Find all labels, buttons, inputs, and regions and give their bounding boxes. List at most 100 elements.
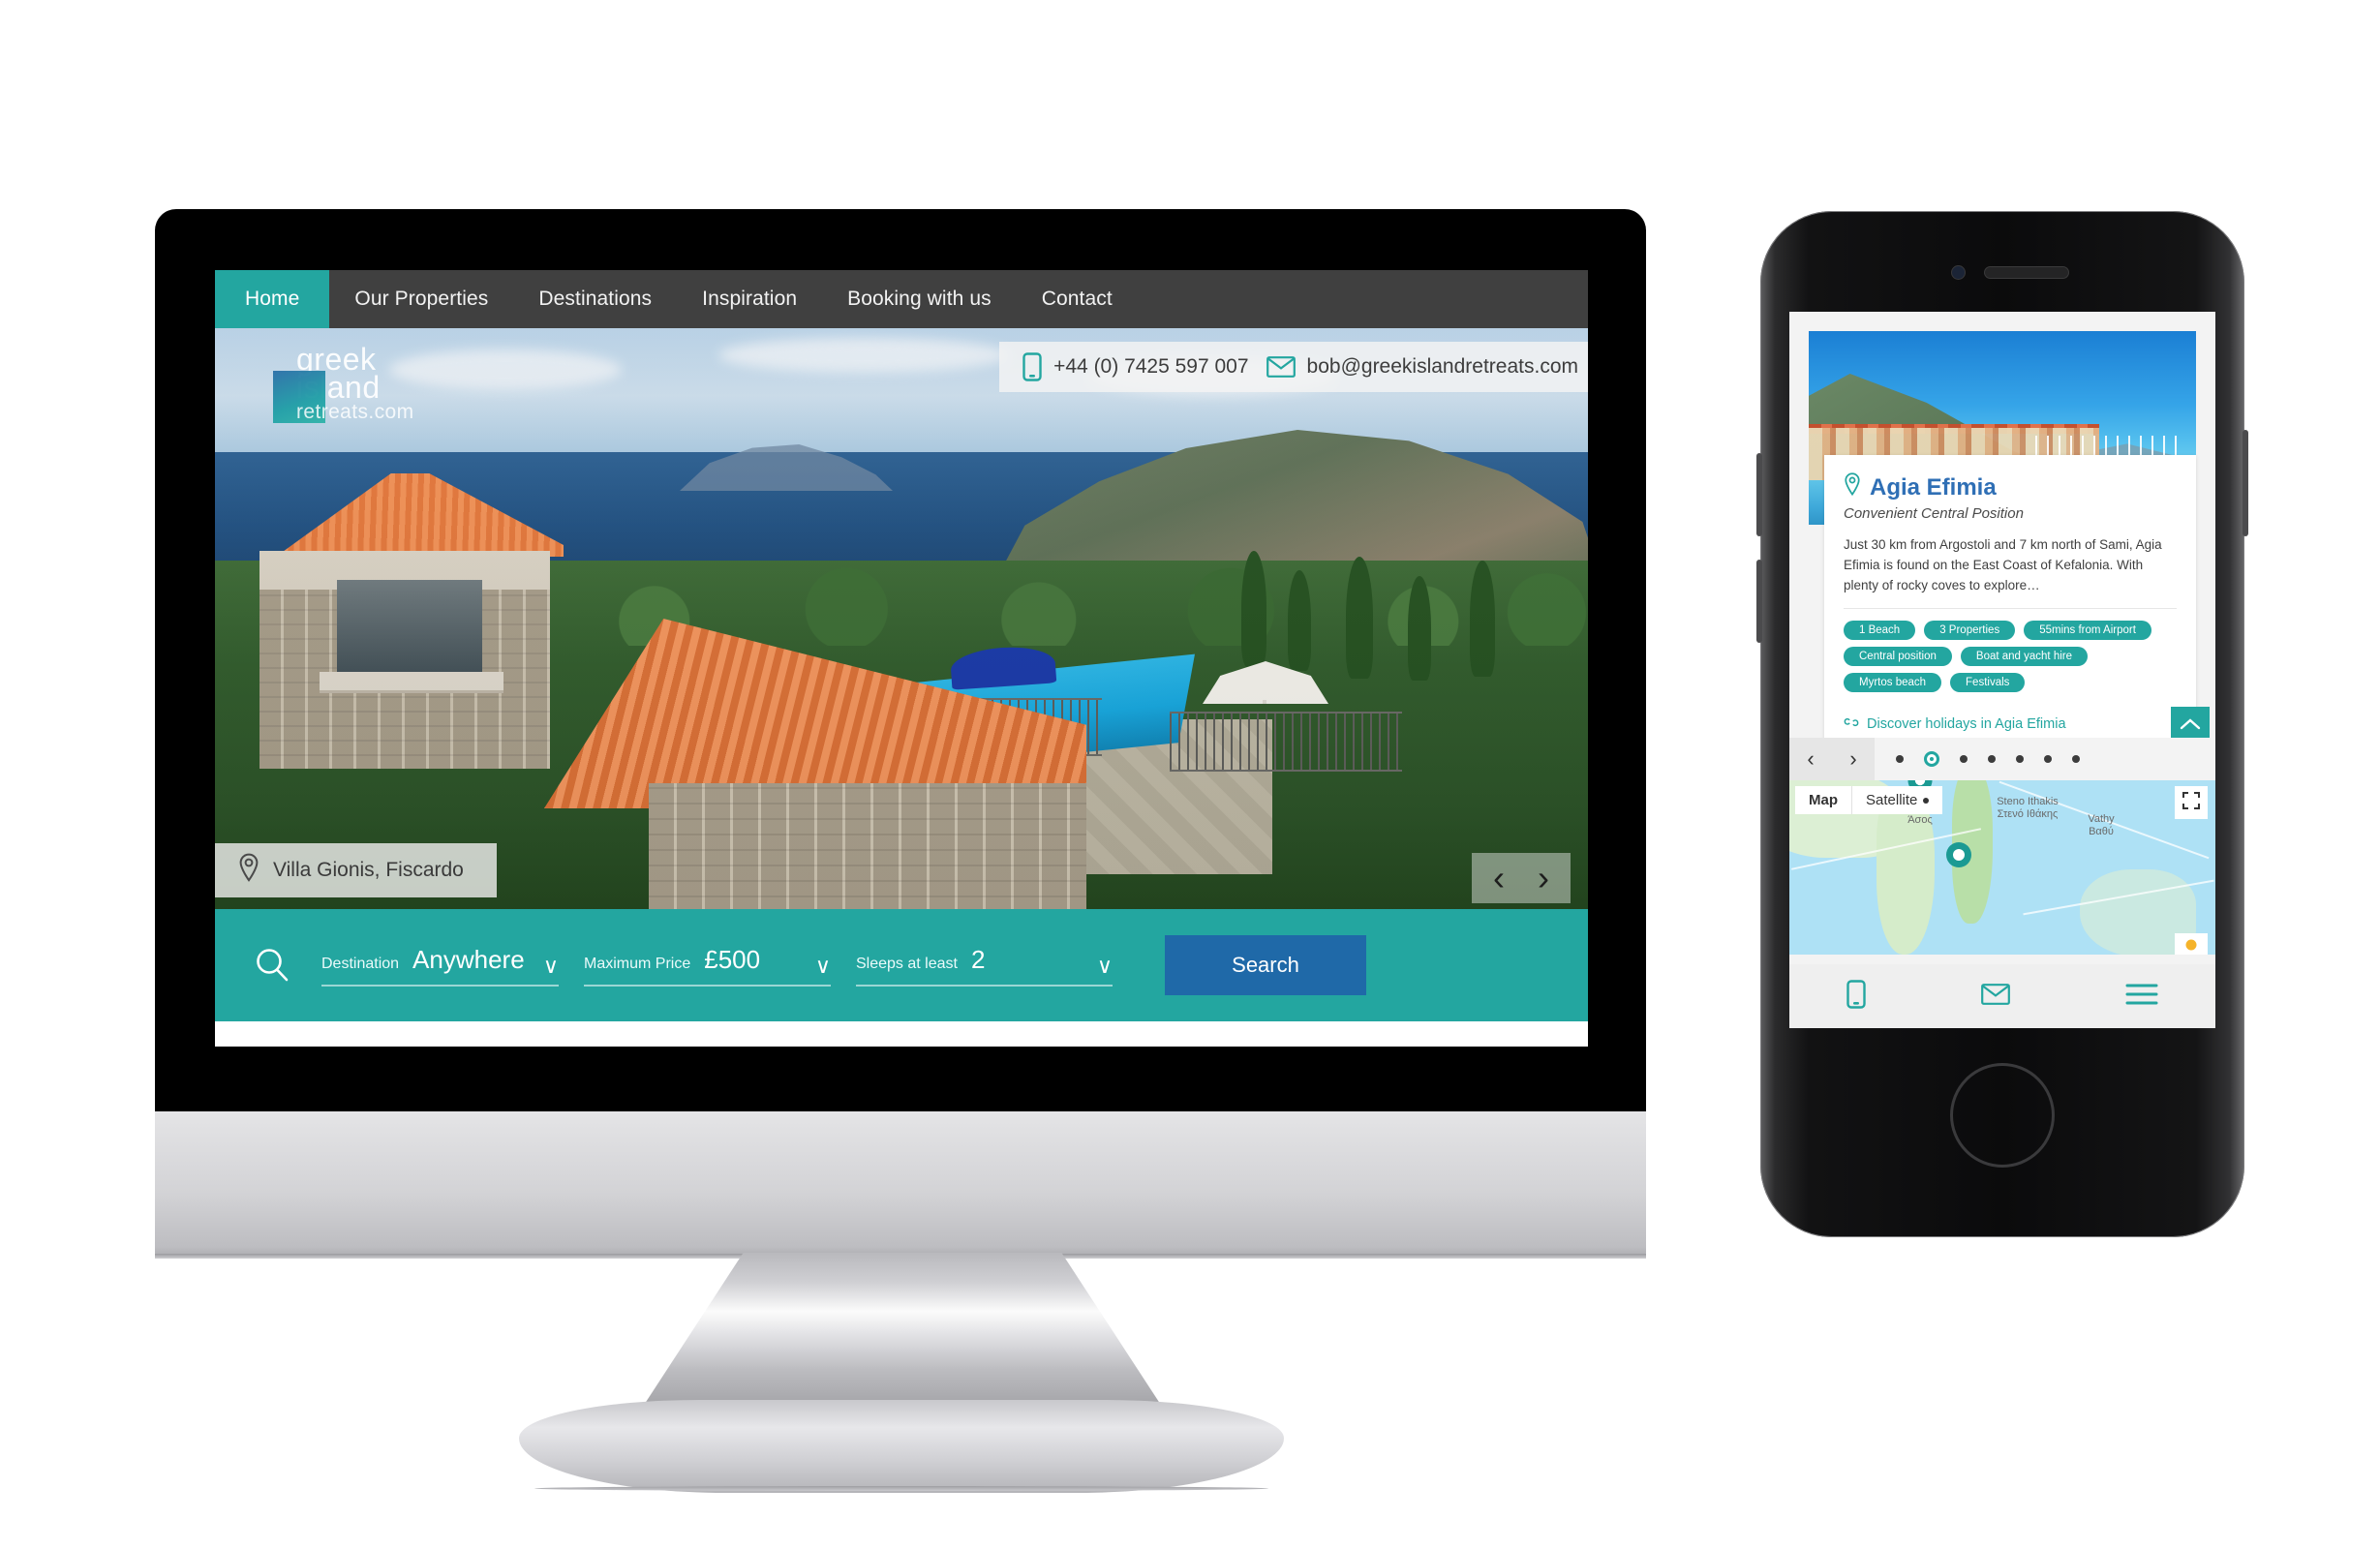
destination-title: Agia Efimia [1870, 473, 1997, 501]
carousel-prev-button[interactable]: ‹ [1493, 861, 1505, 896]
nav-item-our-properties[interactable]: Our Properties [329, 270, 513, 328]
phone-contact[interactable]: +44 (0) 7425 597 007 [1022, 352, 1249, 381]
nav-label: Destinations [538, 288, 653, 310]
monitor-chin [155, 1111, 1646, 1259]
fullscreen-icon [2182, 791, 2200, 814]
phone-power-button[interactable] [2243, 430, 2248, 536]
destination-tag[interactable]: Myrtos beach [1844, 672, 1942, 692]
discover-holidays-label: Discover holidays in Agia Efimia [1867, 715, 2066, 732]
pager-next-button[interactable]: › [1832, 738, 1875, 780]
sleeps-at-least-select[interactable]: Sleeps at least 2 ∨ [856, 945, 1113, 987]
map-pin-icon [1844, 472, 1861, 502]
page-root: Home Our Properties Destinations Inspira… [0, 0, 2380, 1549]
nav-label: Inspiration [702, 288, 798, 310]
map-street-view-button[interactable] [2175, 933, 2208, 955]
destination-value: Anywhere [412, 944, 525, 974]
pager-dot[interactable] [1988, 755, 1996, 763]
nav-item-home[interactable]: Home [215, 270, 330, 328]
main-navigation: Home Our Properties Destinations Inspira… [215, 270, 1588, 328]
mobile-icon [1846, 979, 1867, 1013]
map-pin-icon [238, 853, 259, 888]
email-address: bob@greekislandretreats.com [1306, 355, 1578, 378]
nav-item-booking-with-us[interactable]: Booking with us [822, 270, 1017, 328]
email-contact[interactable]: bob@greekislandretreats.com [1266, 355, 1578, 379]
destination-label: Destination [321, 955, 400, 972]
destination-tag[interactable]: 55mins from Airport [2024, 620, 2151, 640]
maximum-price-label: Maximum Price [584, 955, 691, 972]
pager-dot-active[interactable] [1924, 751, 1939, 767]
phone-nav-button[interactable] [1846, 979, 1867, 1014]
search-button[interactable]: Search [1165, 935, 1366, 995]
search-icon [254, 947, 321, 984]
map-widget[interactable]: Assos Άσος Steno Ithakis Στενό Ιθάκης Va… [1789, 780, 2215, 955]
map-label-greek: Άσος [1907, 814, 1933, 827]
monitor-stand-foot [519, 1400, 1284, 1493]
map-type-map-button[interactable]: Map [1795, 786, 1851, 814]
sleeps-at-least-label: Sleeps at least [856, 955, 958, 972]
email-nav-button[interactable] [1981, 983, 2010, 1010]
map-label-vathy: Vathy Βαθύ [2072, 813, 2130, 838]
chevron-down-icon[interactable]: ∨ [815, 954, 831, 979]
maximum-price-select[interactable]: Maximum Price £500 ∨ [584, 945, 831, 987]
destination-tag[interactable]: 3 Properties [1924, 620, 2016, 640]
pager-dot[interactable] [1896, 755, 1904, 763]
map-label-greek: Στενό Ιθάκης [1997, 808, 2059, 821]
destination-card: Agia Efimia Convenient Central Position … [1824, 455, 2196, 751]
phone-number: +44 (0) 7425 597 007 [1053, 355, 1249, 378]
phone-volume-down-button[interactable] [1756, 560, 1762, 643]
map-label-greek: Βαθύ [2089, 826, 2114, 838]
map-label-name: Vathy [2088, 813, 2115, 825]
phone-front-camera [1952, 266, 1965, 279]
page-footer-strip [215, 1021, 1588, 1047]
search-bar: Destination Anywhere ∨ Maximum Price £50… [215, 909, 1588, 1021]
nav-item-destinations[interactable]: Destinations [513, 270, 677, 328]
nav-item-inspiration[interactable]: Inspiration [677, 270, 822, 328]
pager-dot[interactable] [1960, 755, 1968, 763]
chevron-down-icon[interactable]: ∨ [543, 954, 559, 979]
mobile-bottom-nav [1789, 964, 2215, 1028]
destination-tag[interactable]: Central position [1844, 646, 1952, 666]
envelope-icon [1266, 356, 1296, 378]
pager-prev-button[interactable]: ‹ [1789, 738, 1832, 780]
destination-tag[interactable]: Boat and yacht hire [1960, 646, 2088, 666]
map-label-steno-ithakis: Steno Ithakis Στενό Ιθάκης [1975, 796, 2080, 821]
pegman-icon [2183, 937, 2199, 956]
phone-screen: Agia Efimia Convenient Central Position … [1789, 312, 2215, 1028]
hero-caption: Villa Gionis, Fiscardo [215, 843, 497, 897]
nav-label: Contact [1041, 288, 1113, 310]
contact-bar: +44 (0) 7425 597 007 bob@greekislandretr… [999, 342, 1588, 392]
phone-volume-up-button[interactable] [1756, 453, 1762, 536]
hero-carousel-arrows: ‹ › [1472, 853, 1571, 903]
hero-carousel: greek island retreats.com +44 (0) 7425 5… [215, 328, 1588, 909]
map-type-satellite-label: Satellite [1866, 792, 1918, 808]
mobile-phone: Agia Efimia Convenient Central Position … [1756, 211, 2248, 1237]
phone-home-button[interactable] [1950, 1063, 2055, 1168]
phone-earpiece-speaker [1985, 267, 2068, 278]
map-cluster-marker[interactable] [1946, 842, 1971, 867]
destination-tag[interactable]: Festivals [1950, 672, 2026, 692]
map-fullscreen-button[interactable] [2175, 786, 2208, 819]
maximum-price-value: £500 [704, 944, 761, 974]
pager-dot[interactable] [2044, 755, 2052, 763]
destination-tag[interactable]: 1 Beach [1844, 620, 1916, 640]
monitor-stand-neck [637, 1253, 1168, 1415]
pager-dot[interactable] [2072, 755, 2080, 763]
destination-description: Just 30 km from Argostoli and 7 km north… [1844, 535, 2177, 609]
pager-dots [1896, 751, 2080, 767]
hero-caption-text: Villa Gionis, Fiscardo [273, 859, 464, 881]
desktop-monitor: Home Our Properties Destinations Inspira… [155, 209, 1646, 1493]
map-type-satellite-button[interactable]: Satellite [1851, 786, 1943, 814]
link-icon [1844, 715, 1859, 733]
pager-dot[interactable] [2016, 755, 2024, 763]
destination-tag-list: 1 Beach 3 Properties 55mins from Airport… [1844, 620, 2177, 692]
hamburger-icon [2125, 984, 2158, 1010]
destination-select[interactable]: Destination Anywhere ∨ [321, 945, 559, 987]
nav-item-contact[interactable]: Contact [1017, 270, 1138, 328]
site-logo[interactable]: greek island retreats.com [273, 344, 443, 429]
nav-label: Home [245, 288, 300, 310]
menu-nav-button[interactable] [2125, 983, 2158, 1011]
chevron-down-icon[interactable]: ∨ [1097, 954, 1113, 979]
discover-holidays-link[interactable]: Discover holidays in Agia Efimia [1844, 708, 2177, 740]
carousel-next-button[interactable]: › [1538, 861, 1549, 896]
destination-subtitle: Convenient Central Position [1844, 505, 2024, 522]
